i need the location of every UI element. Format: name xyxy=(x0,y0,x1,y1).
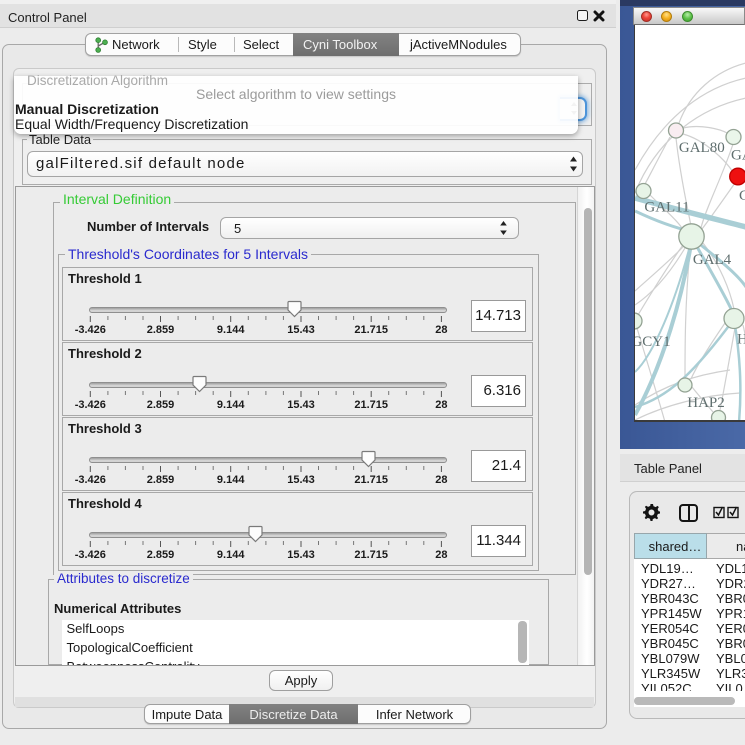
svg-text:GCY1: GCY1 xyxy=(635,334,671,350)
svg-text:GAL11: GAL11 xyxy=(644,200,689,216)
svg-text:C: C xyxy=(739,188,745,204)
svg-text:GAL4: GAL4 xyxy=(692,252,731,268)
svg-text:GAL80: GAL80 xyxy=(678,140,724,156)
svg-text:GA: GA xyxy=(731,148,745,164)
svg-text:HAP2: HAP2 xyxy=(687,395,725,411)
svg-text:H: H xyxy=(737,332,745,348)
